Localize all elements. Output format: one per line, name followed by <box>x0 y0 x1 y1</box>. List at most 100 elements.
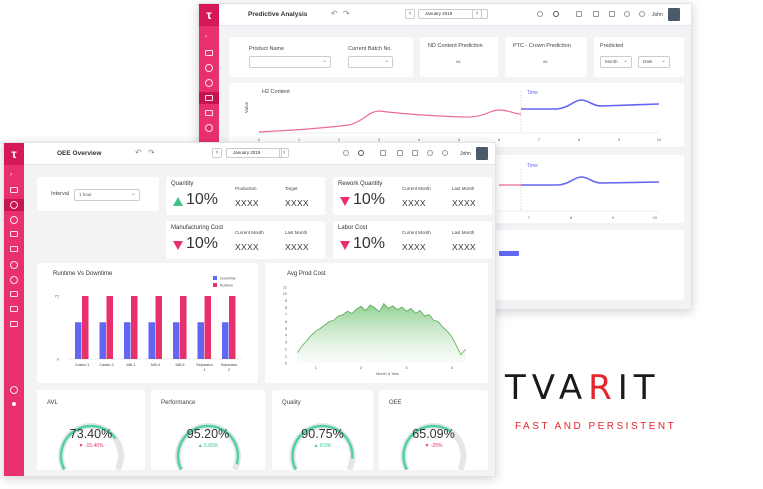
next-date-button[interactable]: › <box>279 148 289 158</box>
share-icon[interactable] <box>576 11 582 17</box>
monitor-icon[interactable] <box>205 95 213 101</box>
print-icon[interactable] <box>412 150 418 156</box>
gauge-card: Performance 95.20% ▲ 5.65% <box>151 390 265 470</box>
favorite-icon[interactable] <box>427 150 433 156</box>
x-tick-label: 8 <box>570 215 573 220</box>
month-select[interactable]: Month <box>600 56 632 68</box>
nd-content-card: ND Content Prediction xx <box>420 37 498 77</box>
list-icon[interactable] <box>10 306 18 312</box>
settings-icon[interactable] <box>10 216 18 224</box>
downtime-bar[interactable] <box>173 322 180 359</box>
redo-icon[interactable]: ↷ <box>148 148 155 157</box>
undo-icon[interactable]: ↶ <box>135 148 142 157</box>
zoom-icon[interactable] <box>343 150 349 156</box>
interval-select[interactable]: 1 hour <box>74 189 140 201</box>
runtime-bar[interactable] <box>155 296 163 359</box>
runtime-bar[interactable] <box>204 296 212 359</box>
date-select[interactable]: Date <box>638 56 670 68</box>
kpi-col2-label: Last Month <box>452 230 475 235</box>
downtime-bar[interactable] <box>75 322 82 359</box>
y-tick-label: 3 <box>285 341 287 345</box>
dashboard-icon[interactable] <box>10 187 18 193</box>
clock-icon[interactable] <box>205 124 213 132</box>
h2-content-card: H2 Content Value Time 0 1 2 3 4 5 6 7 8 9 10 <box>229 83 684 147</box>
gauge-card: Quality 90.75% ▲ 8.5% <box>272 390 373 470</box>
x-tick-label: 9 <box>612 215 615 220</box>
alert-icon[interactable] <box>10 276 18 284</box>
redo-icon[interactable]: ↷ <box>343 9 350 18</box>
runtime-bar[interactable] <box>229 296 236 359</box>
downtime-bar[interactable] <box>222 322 229 359</box>
forecast-xticks: 7 8 9 10 <box>528 215 658 220</box>
favorite-icon[interactable] <box>624 11 630 17</box>
forecast-blue-line <box>521 176 660 186</box>
current-batch-input[interactable] <box>348 56 393 68</box>
date-picker[interactable]: January 2019 <box>226 148 282 158</box>
monitor-icon[interactable] <box>10 231 18 237</box>
report-icon[interactable] <box>205 110 213 116</box>
category-label: 2 <box>228 368 230 372</box>
runtime-bar[interactable] <box>106 296 114 359</box>
kpi-col1-value: XXXX <box>402 242 426 252</box>
downtime-bar[interactable] <box>148 322 156 359</box>
share-icon[interactable] <box>380 150 386 156</box>
runtime-bar[interactable] <box>82 296 89 359</box>
refresh-icon[interactable] <box>358 150 364 156</box>
app-logo: τ <box>4 143 24 165</box>
kpi-col2-value: XXXX <box>285 198 309 208</box>
expand-icon[interactable]: › <box>205 34 213 40</box>
avg-prod-cost-card: Avg Prod Cost 0 1 2 3 4 5 6 7 8 9 10 11 1 2 3 4 Month & Y… <box>265 263 488 383</box>
clock-icon[interactable] <box>10 261 18 269</box>
ptc-label: PTC - Crown Prediction <box>513 43 571 49</box>
product-name-select[interactable] <box>249 56 331 68</box>
network-icon[interactable] <box>10 321 18 327</box>
chart-title: Runtime Vs Downtime <box>53 271 113 277</box>
gauge-icon[interactable] <box>205 64 213 72</box>
next-date-button[interactable]: › <box>472 9 482 19</box>
interval-label: Interval <box>51 191 70 197</box>
runtime-bar[interactable] <box>131 296 138 359</box>
kpi-col2-label: Target <box>285 186 298 191</box>
avg-prod-cost-chart: Avg Prod Cost012345678910111 2 3 4Month & Y… <box>283 271 466 376</box>
settings-bottom-icon[interactable] <box>10 386 18 394</box>
kpi-col1-label: Current Month <box>402 186 431 191</box>
settings-gear-icon[interactable] <box>639 11 645 17</box>
prev-date-button[interactable]: ‹ <box>405 9 415 19</box>
expand-icon[interactable]: › <box>10 172 18 178</box>
downtime-bar[interactable] <box>124 322 131 359</box>
dashboard-icon[interactable] <box>205 50 213 56</box>
prev-date-button[interactable]: ‹ <box>212 148 222 158</box>
downtime-bar[interactable] <box>197 322 205 359</box>
avatar[interactable] <box>476 147 488 160</box>
document-icon[interactable] <box>10 291 18 297</box>
brand-part-c: IT <box>617 368 661 408</box>
settings-icon[interactable] <box>205 79 213 87</box>
gauge-delta: ▲ 5.65% <box>197 443 219 449</box>
top-bar: OEE Overview ↶ ↷ ‹ January 2019 › John <box>24 143 495 165</box>
x-axis-label: Month & Year <box>376 372 400 376</box>
settings-gear-icon[interactable] <box>442 150 448 156</box>
kpi-card: Quantity 10% Production Target XXXX XXXX <box>166 177 325 215</box>
trend-up-icon <box>173 197 183 206</box>
zoom-icon[interactable] <box>537 11 543 17</box>
category-label: Castor-1 <box>75 363 90 367</box>
refresh-icon[interactable] <box>553 11 559 17</box>
app-logo: τ <box>199 4 219 26</box>
avatar[interactable] <box>668 8 680 21</box>
predicted-card: Predicted Month Date <box>594 37 684 77</box>
runtime-downtime-chart: Runtime Vs Downtime Downtime Runtime 0 72 Cas… <box>53 271 242 372</box>
x-tick-label: 3 <box>405 366 407 370</box>
legend-label: Runtime <box>220 284 233 288</box>
fullscreen-icon[interactable] <box>593 11 599 17</box>
gauge-icon[interactable] <box>10 201 18 209</box>
undo-icon[interactable]: ↶ <box>331 9 338 18</box>
downtime-bar[interactable] <box>99 322 107 359</box>
runtime-bar[interactable] <box>180 296 187 359</box>
kpi-value: 10% <box>353 191 386 208</box>
category-label: Separator <box>196 363 213 367</box>
kpi-title: Manufacturing Cost <box>171 225 224 231</box>
y-tick-label: 10 <box>283 292 287 296</box>
report-icon[interactable] <box>10 246 18 252</box>
fullscreen-icon[interactable] <box>397 150 403 156</box>
print-icon[interactable] <box>609 11 615 17</box>
